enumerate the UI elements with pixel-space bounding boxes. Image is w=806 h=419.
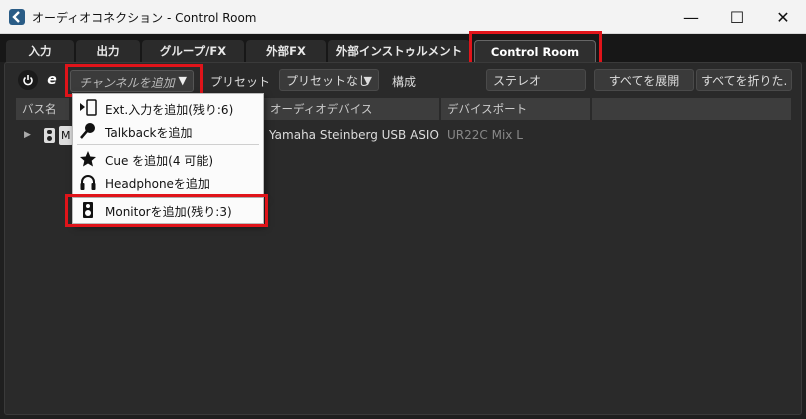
menu-item-talkback[interactable]: Talkbackを追加 [73,119,263,143]
menu-item-label: Monitorを追加(残り:3) [105,205,232,219]
ext-input-icon [80,99,97,116]
microphone-icon [80,123,95,139]
menu-separator [77,144,259,145]
expand-row-icon[interactable]: ▶ [24,130,31,140]
cubase-app-icon [9,9,25,25]
menu-item-label: Ext.入力を追加(残り:6) [105,103,234,117]
window-title: オーディオコネクション - Control Room [32,11,257,25]
tab-output[interactable]: 出力 [76,40,140,62]
power-button[interactable] [18,70,38,90]
minimize-button[interactable]: — [668,0,714,34]
menu-separator [77,195,259,196]
tab-bar: 入力 出力 グループ/FX 外部FX 外部インストゥルメント Control R… [0,34,806,62]
collapse-all-button[interactable]: すべてを折りた. [696,69,792,91]
row-audio-device[interactable]: Yamaha Steinberg USB ASIO [269,128,439,142]
edit-button[interactable]: e [42,70,62,90]
speaker-icon [83,202,93,218]
maximize-button[interactable]: ☐ [714,0,760,34]
column-header-audio-device[interactable]: オーディオデバイス [264,98,440,120]
menu-item-label: Headphoneを追加 [105,177,210,191]
column-header-device-port[interactable]: デバイスポート [441,98,591,120]
menu-item-ext-input[interactable]: Ext.入力を追加(残り:6) [73,96,263,120]
menu-item-label: Talkbackを追加 [105,126,193,140]
column-header-bus-name[interactable]: バス名 [16,98,70,120]
tab-input[interactable]: 入力 [6,40,74,62]
e-icon: e [47,72,57,88]
speaker-icon [44,128,55,143]
menu-item-cue[interactable]: Cue を追加(4 可能) [73,147,263,171]
star-icon [80,151,96,167]
row-device-port[interactable]: UR22C Mix L [447,128,523,142]
channel-add-menu: Ext.入力を追加(残り:6) Talkbackを追加 Cue を追加(4 可能… [72,93,264,198]
menu-item-label: Cue を追加(4 可能) [105,154,213,168]
channel-add-label: チャンネルを追加 [79,76,175,90]
headphone-icon [80,175,96,190]
tab-control-room[interactable]: Control Room [474,40,596,62]
expand-all-button[interactable]: すべてを展開 [594,69,694,91]
tab-group-fx[interactable]: グループ/FX [142,40,244,62]
preset-value: プリセットなし [286,73,371,88]
config-value: ステレオ [493,73,542,88]
preset-label: プリセット [210,75,271,89]
config-select[interactable]: ステレオ [486,69,586,91]
tab-external-instrument[interactable]: 外部インストゥルメント [328,40,470,62]
chevron-down-icon: ▼ [178,74,187,87]
close-button[interactable]: ✕ [760,0,806,34]
config-label: 構成 [392,75,417,89]
tab-external-fx[interactable]: 外部FX [246,40,326,62]
chevron-down-icon: ▼ [363,73,372,87]
bus-name-badge[interactable]: M [59,126,73,145]
preset-select[interactable]: プリセットなし ▼ [279,69,379,91]
power-icon [23,75,33,86]
menu-item-monitor[interactable]: Monitorを追加(残り:3) [73,198,263,222]
channel-add-dropdown[interactable]: チャンネルを追加 ▼ [70,70,194,92]
menu-item-monitor-container: Monitorを追加(残り:3) [72,198,264,224]
menu-item-headphone[interactable]: Headphoneを追加 [73,170,263,194]
title-bar: オーディオコネクション - Control Room — ☐ ✕ [0,0,806,34]
column-header-empty [592,98,792,120]
